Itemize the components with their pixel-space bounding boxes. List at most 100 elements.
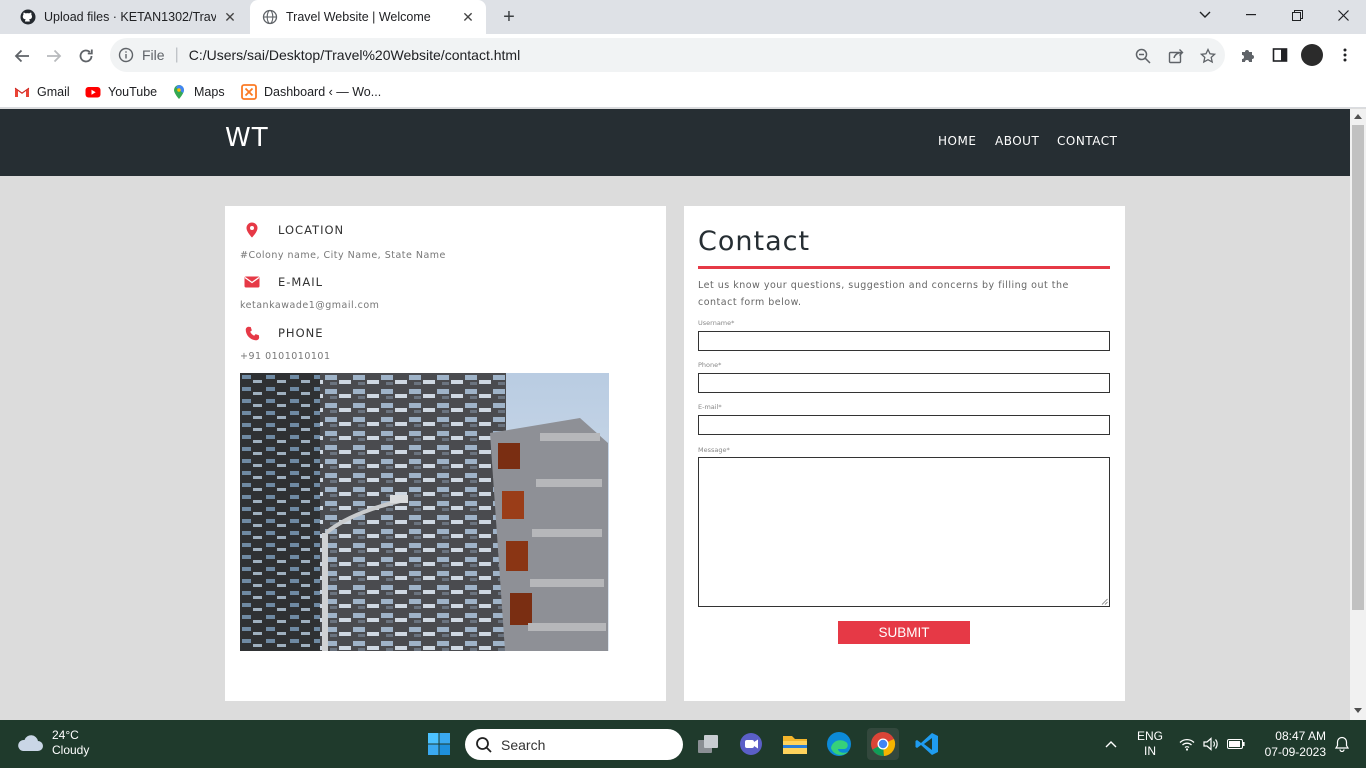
- message-label: Message*: [698, 446, 730, 454]
- taskbar: 24°C Cloudy Search ENG IN 08:47 AM 07-09…: [0, 720, 1366, 768]
- gmail-icon: [14, 87, 30, 97]
- window-close-button[interactable]: [1320, 0, 1366, 30]
- close-icon[interactable]: ✕: [460, 9, 476, 25]
- username-input[interactable]: [698, 331, 1110, 351]
- nav-contact-link[interactable]: CONTACT: [1057, 134, 1117, 148]
- site-logo[interactable]: WT: [225, 123, 269, 153]
- bookmark-star-icon[interactable]: [1199, 47, 1217, 65]
- restore-button[interactable]: [1274, 0, 1320, 30]
- extensions-puzzle-icon[interactable]: [1238, 45, 1258, 65]
- envelope-icon: [243, 273, 261, 291]
- cloud-icon: [18, 735, 43, 751]
- bookmarks-bar: Gmail YouTube Maps Dashboard ‹ — Wo...: [0, 76, 1366, 108]
- page-scrollbar[interactable]: [1350, 109, 1366, 720]
- clock-time: 08:47 AM: [1275, 729, 1326, 743]
- close-icon[interactable]: ✕: [222, 9, 238, 25]
- battery-icon[interactable]: [1226, 720, 1246, 768]
- task-view-icon[interactable]: [692, 728, 724, 760]
- email-input[interactable]: [698, 415, 1110, 435]
- tab-search-chevron-icon[interactable]: [1182, 0, 1228, 30]
- tab-title: Upload files · KETAN1302/Travel-W: [44, 10, 216, 24]
- bookmark-label: Maps: [194, 85, 225, 99]
- chrome-browser-icon[interactable]: [867, 728, 899, 760]
- email-label: E-MAIL: [278, 275, 324, 289]
- clock-date: 07-09-2023: [1264, 745, 1326, 759]
- vscode-icon[interactable]: [911, 728, 943, 760]
- contact-heading: Contact: [698, 226, 811, 257]
- edge-browser-icon[interactable]: [823, 728, 855, 760]
- youtube-icon: [85, 87, 101, 98]
- weather-widget[interactable]: 24°C Cloudy: [16, 728, 89, 758]
- tab-strip: Upload files · KETAN1302/Travel-W ✕ Trav…: [0, 0, 1366, 34]
- tab-travel-website[interactable]: Travel Website | Welcome ✕: [250, 0, 486, 34]
- search-placeholder: Search: [501, 736, 546, 753]
- zoom-icon[interactable]: [1134, 47, 1152, 65]
- search-icon: [476, 736, 492, 753]
- profile-avatar[interactable]: [1301, 44, 1323, 66]
- xampp-icon: [241, 84, 257, 100]
- email-field-label: E-mail*: [698, 403, 722, 411]
- minimize-button[interactable]: [1228, 0, 1274, 30]
- building-photo: [240, 373, 609, 651]
- phone-input[interactable]: [698, 373, 1110, 393]
- info-icon[interactable]: [118, 47, 134, 63]
- phone-label: PHONE: [278, 326, 324, 340]
- page-viewport: WT HOME ABOUT CONTACT LOCATION #Colony n…: [0, 109, 1350, 720]
- email-value[interactable]: ketankawade1@gmail.com: [240, 300, 379, 311]
- bookmark-dashboard[interactable]: Dashboard ‹ — Wo...: [241, 82, 381, 102]
- site-header: WT HOME ABOUT CONTACT: [0, 109, 1350, 176]
- language-indicator[interactable]: ENG IN: [1132, 720, 1168, 768]
- tab-title: Travel Website | Welcome: [286, 10, 431, 24]
- volume-icon[interactable]: [1202, 720, 1220, 768]
- bookmark-gmail[interactable]: Gmail: [14, 82, 70, 102]
- bookmark-label: YouTube: [108, 85, 158, 99]
- globe-icon: [262, 9, 278, 25]
- weather-temp: 24°C: [52, 728, 79, 742]
- tab-github-upload[interactable]: Upload files · KETAN1302/Travel-W ✕: [8, 0, 248, 34]
- system-clock[interactable]: 08:47 AM 07-09-2023: [1254, 728, 1326, 760]
- github-icon: [20, 9, 36, 25]
- bookmark-youtube[interactable]: YouTube: [85, 82, 157, 102]
- contact-info-card: LOCATION #Colony name, City Name, State …: [225, 206, 666, 701]
- bookmark-label: Gmail: [37, 85, 70, 99]
- scroll-up-arrow-icon[interactable]: [1354, 114, 1362, 119]
- phone-value: +91 0101010101: [240, 351, 331, 362]
- more-menu-icon[interactable]: [1335, 45, 1355, 65]
- address-bar[interactable]: File | C:/Users/sai/Desktop/Travel%20Web…: [110, 38, 1225, 72]
- message-textarea[interactable]: [698, 457, 1110, 607]
- nav-about-link[interactable]: ABOUT: [995, 134, 1039, 148]
- maps-pin-icon: [174, 85, 184, 99]
- scroll-down-arrow-icon[interactable]: [1354, 708, 1362, 713]
- resize-handle-icon[interactable]: [1101, 598, 1108, 605]
- share-icon[interactable]: [1167, 47, 1185, 65]
- windows-start-icon[interactable]: [423, 728, 455, 760]
- new-tab-button[interactable]: +: [498, 6, 520, 28]
- weather-condition: Cloudy: [52, 743, 90, 757]
- forward-arrow-icon[interactable]: [41, 43, 67, 69]
- bookmark-maps[interactable]: Maps: [171, 82, 225, 102]
- back-arrow-icon[interactable]: [9, 43, 35, 69]
- phone-icon: [243, 324, 261, 342]
- region-code: IN: [1144, 744, 1156, 758]
- location-value: #Colony name, City Name, State Name: [240, 250, 446, 261]
- phone-field-label: Phone*: [698, 361, 722, 369]
- main-nav: ABOUT: [995, 134, 1039, 148]
- nav-home-link[interactable]: HOME: [938, 134, 976, 148]
- url-text[interactable]: C:/Users/sai/Desktop/Travel%20Website/co…: [189, 47, 520, 63]
- submit-button[interactable]: SUBMIT: [838, 621, 970, 644]
- language-code: ENG: [1136, 729, 1163, 743]
- location-label: LOCATION: [278, 223, 345, 237]
- teams-chat-icon[interactable]: [735, 728, 767, 760]
- reload-icon[interactable]: [73, 43, 99, 69]
- scrollbar-thumb[interactable]: [1352, 125, 1364, 610]
- show-hidden-icons-chevron-icon[interactable]: [1100, 720, 1122, 768]
- main-nav: HOME: [938, 134, 976, 148]
- side-panel-icon[interactable]: [1270, 45, 1290, 65]
- email-row: E-MAIL: [243, 273, 323, 291]
- location-pin-icon: [243, 221, 261, 239]
- wifi-icon[interactable]: [1178, 720, 1196, 768]
- notifications-icon[interactable]: [1332, 720, 1352, 768]
- file-explorer-icon[interactable]: [779, 728, 811, 760]
- contact-intro-text: Let us know your questions, suggestion a…: [698, 280, 1069, 308]
- taskbar-search[interactable]: Search: [465, 729, 683, 760]
